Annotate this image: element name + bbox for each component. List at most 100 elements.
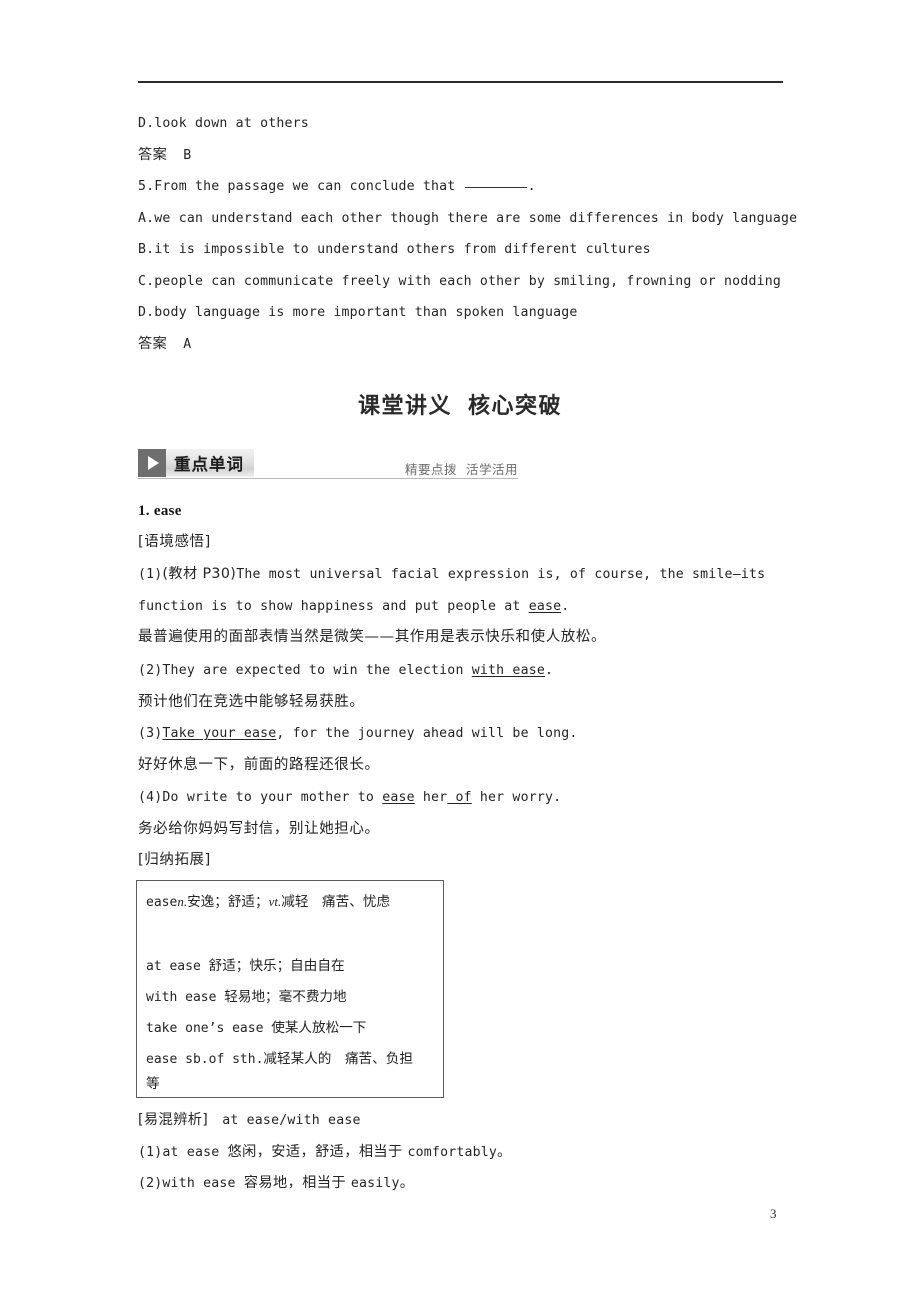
example-en-line: function is to show happiness and put pe… — [138, 591, 786, 623]
distinguish-item: (1)at ease 悠闲，安适，舒适，相当于 comfortably。 — [138, 1137, 786, 1169]
example-2: (2)They are expected to win the election… — [138, 655, 786, 718]
word-entry-heading: 1. ease — [138, 503, 182, 519]
distinguish-item: (2)with ease 容易地，相当于 easily。 — [138, 1168, 786, 1200]
distinguish-equiv: easily — [350, 1176, 400, 1191]
distinguish-term: with ease — [162, 1176, 244, 1191]
keyword-underlined: ease — [382, 790, 415, 805]
header-rule — [138, 81, 783, 83]
keyword-underlined: with ease — [471, 663, 545, 678]
summary-line: easen.安逸；舒适；vt.减轻 痛苦、忧虑 — [146, 890, 390, 910]
distinguish-block: [易混辨析] at ease/with ease (1)at ease 悠闲，安适… — [138, 1105, 786, 1200]
summary-line: ease sb.of sth.减轻某人的 痛苦、负担 — [146, 1047, 413, 1067]
answer-line: 答案 B — [138, 140, 783, 172]
section-title-part2: 核心突破 — [468, 394, 563, 419]
example-zh-line: 最普遍使用的面部表情当然是微笑——其作用是表示快乐和使人放松。 — [138, 629, 607, 645]
summary-box: easen.安逸；舒适；vt.减轻 痛苦、忧虑 at ease 舒适；快乐；自由… — [136, 880, 444, 1098]
answer-line: 答案 A — [138, 329, 783, 361]
example-index: (1) — [138, 567, 163, 582]
pos-verb: vt. — [268, 894, 282, 909]
keyword-underlined-2: of — [447, 790, 472, 805]
banner-subtitle-1: 精要点拨 — [404, 462, 457, 477]
summary-line: take one’s ease 使某人放松一下 — [146, 1016, 366, 1036]
play-triangle-icon — [138, 449, 166, 477]
example-4: (4)Do write to your mother to ease her o… — [138, 782, 786, 845]
answer-label: 答案 — [138, 335, 168, 352]
summary-phrase: with ease — [146, 990, 225, 1005]
summary-def-2: 减轻 痛苦、忧虑 — [281, 894, 391, 910]
question-stem: 5.From the passage we can conclude that … — [138, 171, 783, 203]
example-en-line: (3)Take your ease, for the journey ahead… — [138, 718, 786, 750]
example-1: (1)(教材 P30)The most universal facial exp… — [138, 559, 786, 654]
example-en-line: (2)They are expected to win the election… — [138, 655, 786, 687]
banner-subtitle-2: 活学活用 — [465, 462, 518, 477]
example-en-tail: . — [561, 598, 570, 614]
example-en-text: The most universal facial expression is,… — [236, 567, 766, 582]
page-number: 3 — [770, 1206, 777, 1221]
pos-noun: n. — [177, 894, 188, 909]
textbook-ref: (教材 P30) — [162, 566, 237, 582]
summary-line: with ease 轻易地；毫不费力地 — [146, 985, 347, 1005]
option-line: B.it is impossible to understand others … — [138, 242, 651, 257]
keyword-underlined: Take your ease — [162, 726, 277, 741]
example-en-tail: her worry. — [471, 790, 562, 805]
summary-phrase-def: 等 — [146, 1076, 160, 1092]
extend-subheading-wrap: [归纳拓展] — [138, 845, 786, 877]
option-line: D.look down at others — [138, 116, 309, 131]
summary-phrase-def: 轻易地；毫不费力地 — [224, 989, 347, 1005]
summary-line: 等 — [146, 1072, 160, 1092]
fill-in-blank — [464, 187, 527, 188]
distinguish-equiv: comfortably — [407, 1144, 498, 1160]
banner-tag: 重点单词 — [138, 449, 254, 477]
option-line: D.body language is more important than s… — [138, 305, 578, 320]
example-en-tail: . — [545, 663, 554, 678]
distinguish-pair: at ease/with ease — [222, 1113, 361, 1128]
example-en-line: (4)Do write to your mother to ease her o… — [138, 782, 786, 814]
banner-label: 重点单词 — [174, 455, 244, 474]
option-line: A.we can understand each other though th… — [138, 210, 798, 226]
distinguish-index: (2) — [138, 1176, 163, 1191]
distinguish-index: (1) — [138, 1144, 163, 1160]
example-zh-line: 好好休息一下，前面的路程还很长。 — [138, 756, 380, 773]
example-en-line: (1)(教材 P30)The most universal facial exp… — [138, 559, 786, 591]
example-en-mid: her — [414, 790, 448, 805]
context-subheading-wrap: [语境感悟] — [138, 527, 786, 559]
example-index: (3) — [138, 726, 163, 741]
summary-phrase-def: 舒适；快乐；自由自在 — [208, 958, 345, 974]
summary-line: at ease 舒适；快乐；自由自在 — [146, 954, 345, 974]
summary-phrase: take one’s ease — [146, 1021, 272, 1036]
question-block: D.look down at others 答案 B 5.From the pas… — [138, 108, 798, 361]
section-banner: 重点单词 精要点拨 活学活用 — [138, 449, 783, 479]
option-line: C.people can communicate freely with eac… — [138, 273, 782, 289]
keyword-underlined: ease — [528, 598, 562, 614]
example-en-tail: , for the journey ahead will be long. — [276, 726, 578, 741]
answer-value: A — [183, 336, 192, 352]
distinguish-zh: 容易地，相当于 — [243, 1175, 351, 1191]
summary-word: ease — [146, 895, 178, 910]
distinguish-zh: 悠闲，安适，舒适，相当于 — [227, 1143, 408, 1160]
extend-subheading: [归纳拓展] — [138, 852, 211, 868]
distinguish-term: at ease — [162, 1144, 228, 1160]
example-zh-line: 预计他们在竞选中能够轻易获胜。 — [138, 693, 365, 710]
banner-subtitle: 精要点拨 活学活用 — [405, 459, 518, 478]
answer-label: 答案 — [138, 146, 168, 163]
summary-phrase-def: 使某人放松一下 — [271, 1020, 367, 1036]
distinguish-label: [易混辨析] — [138, 1112, 209, 1128]
example-en-text: (2)They are expected to win the election — [138, 663, 472, 678]
example-en-text: (4)Do write to your mother to — [138, 790, 383, 805]
stem-suffix: . — [527, 179, 536, 194]
answer-value: B — [183, 147, 192, 163]
example-zh-line: 务必给你妈妈写封信，别让她担心。 — [138, 820, 380, 837]
summary-phrase: ease sb.of sth. — [146, 1052, 264, 1067]
summary-def: 安逸；舒适； — [187, 894, 269, 910]
example-3: (3)Take your ease, for the journey ahead… — [138, 718, 786, 781]
example-en-text: function is to show happiness and put pe… — [138, 598, 529, 614]
distinguish-end: 。 — [399, 1175, 415, 1191]
section-title: 课堂讲义 核心突破 — [0, 388, 920, 420]
banner-rule — [138, 478, 518, 479]
summary-phrase: at ease — [146, 959, 209, 974]
distinguish-end: 。 — [497, 1143, 512, 1160]
document-page: D.look down at others 答案 B 5.From the pas… — [0, 0, 920, 1302]
distinguish-heading: [易混辨析] at ease/with ease — [138, 1105, 786, 1137]
stem-text: 5.From the passage we can conclude that — [138, 179, 464, 194]
context-subheading: [语境感悟] — [138, 534, 211, 550]
